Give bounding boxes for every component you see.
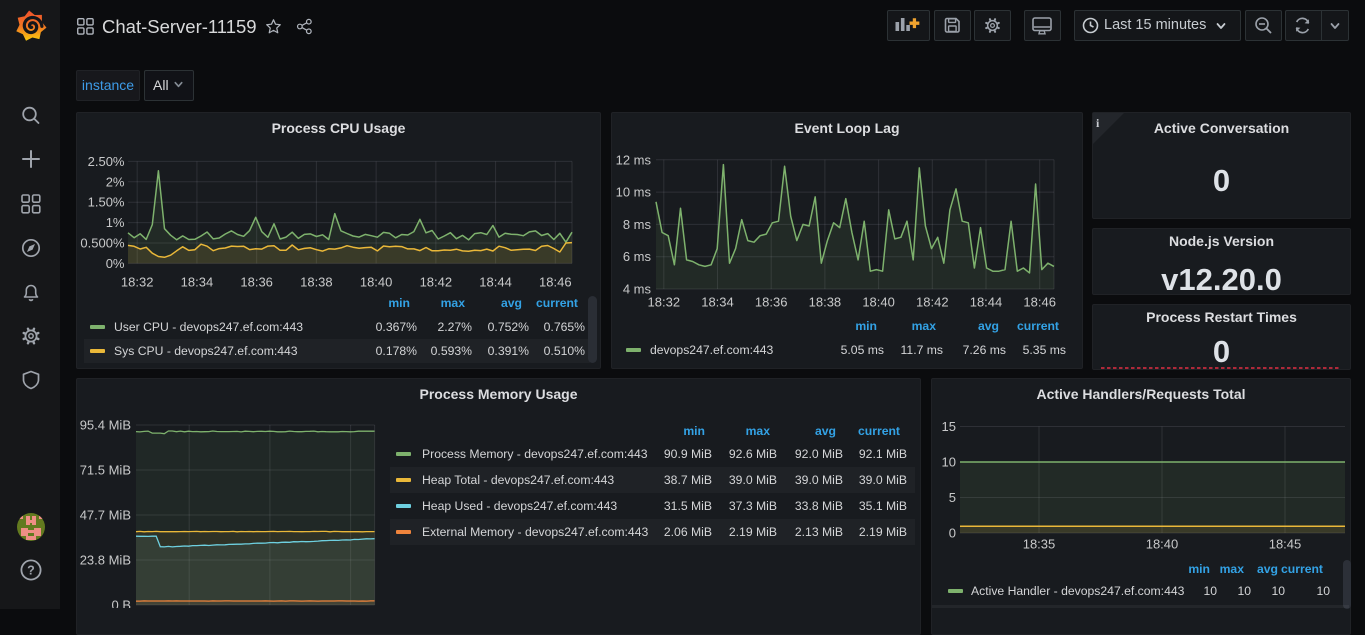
svg-text:18:40: 18:40 bbox=[1146, 537, 1179, 552]
svg-text:6 ms: 6 ms bbox=[623, 249, 652, 264]
svg-text:18:36: 18:36 bbox=[755, 295, 788, 310]
svg-text:47.7 MiB: 47.7 MiB bbox=[80, 508, 131, 523]
svg-text:18:42: 18:42 bbox=[420, 275, 453, 290]
svg-text:0: 0 bbox=[949, 526, 956, 541]
svg-text:12 ms: 12 ms bbox=[616, 152, 652, 167]
svg-text:18:32: 18:32 bbox=[648, 295, 681, 310]
svg-text:18:38: 18:38 bbox=[809, 295, 842, 310]
svg-text:0 B: 0 B bbox=[111, 598, 131, 609]
svg-text:2.50%: 2.50% bbox=[88, 154, 125, 169]
svg-text:10: 10 bbox=[942, 455, 956, 470]
svg-text:15: 15 bbox=[942, 419, 956, 434]
svg-text:23.8 MiB: 23.8 MiB bbox=[80, 553, 131, 568]
svg-text:8 ms: 8 ms bbox=[623, 217, 652, 232]
svg-text:18:42: 18:42 bbox=[916, 295, 949, 310]
svg-text:5: 5 bbox=[949, 490, 956, 505]
svg-text:95.4 MiB: 95.4 MiB bbox=[80, 418, 131, 433]
svg-text:1%: 1% bbox=[106, 215, 125, 230]
svg-text:18:40: 18:40 bbox=[862, 295, 895, 310]
svg-text:18:35: 18:35 bbox=[1023, 537, 1056, 552]
svg-text:10 ms: 10 ms bbox=[616, 185, 652, 200]
svg-text:18:40: 18:40 bbox=[360, 275, 393, 290]
svg-text:1.50%: 1.50% bbox=[88, 195, 125, 210]
svg-text:18:36: 18:36 bbox=[240, 275, 273, 290]
svg-text:18:32: 18:32 bbox=[121, 275, 154, 290]
svg-text:?: ? bbox=[27, 563, 35, 577]
svg-text:18:34: 18:34 bbox=[181, 275, 214, 290]
svg-text:0%: 0% bbox=[106, 256, 125, 271]
svg-text:18:34: 18:34 bbox=[701, 295, 734, 310]
svg-text:18:44: 18:44 bbox=[479, 275, 512, 290]
svg-text:18:44: 18:44 bbox=[970, 295, 1003, 310]
svg-text:18:38: 18:38 bbox=[300, 275, 333, 290]
svg-text:18:46: 18:46 bbox=[539, 275, 572, 290]
svg-text:2%: 2% bbox=[106, 174, 125, 189]
svg-text:0.500%: 0.500% bbox=[80, 236, 125, 251]
svg-text:18:46: 18:46 bbox=[1023, 295, 1056, 310]
svg-text:18:45: 18:45 bbox=[1269, 537, 1302, 552]
svg-text:71.5 MiB: 71.5 MiB bbox=[80, 463, 131, 478]
